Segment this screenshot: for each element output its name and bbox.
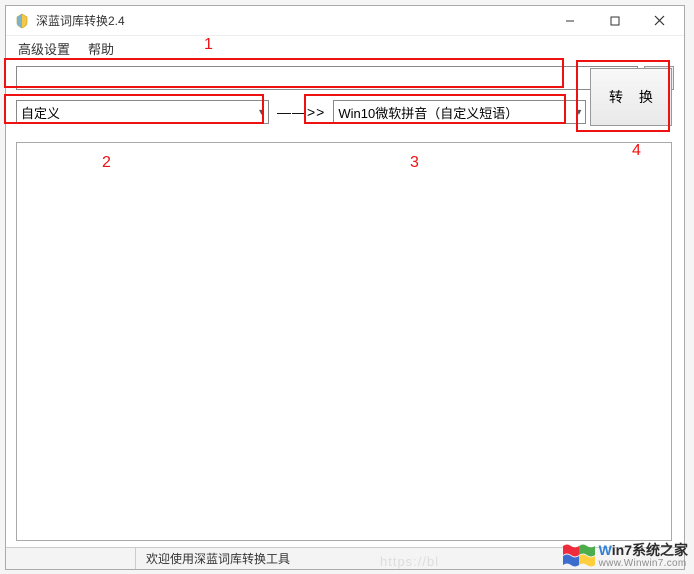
- maximize-button[interactable]: [592, 7, 637, 35]
- format-row: 自定义 ▾ ——>> Win10微软拼音（自定义短语） ▾: [16, 100, 674, 124]
- app-icon: [14, 13, 30, 29]
- status-message: 欢迎使用深蓝词库转换工具: [136, 550, 684, 567]
- app-window: 深蓝词库转换2.4 高级设置 帮助 ... 自定义 ▾: [5, 5, 685, 570]
- menu-advanced[interactable]: 高级设置: [18, 39, 70, 58]
- window-buttons: [547, 7, 682, 35]
- statusbar: 欢迎使用深蓝词库转换工具: [6, 547, 684, 569]
- target-format-value: Win10微软拼音（自定义短语）: [338, 103, 572, 122]
- file-row: ...: [16, 66, 674, 90]
- arrow-label: ——>>: [275, 104, 327, 120]
- output-textarea[interactable]: [16, 142, 672, 541]
- source-format-dropdown[interactable]: 自定义 ▾: [16, 100, 269, 124]
- menu-help[interactable]: 帮助: [88, 39, 114, 58]
- convert-button[interactable]: 转 换: [590, 68, 672, 126]
- minimize-button[interactable]: [547, 7, 592, 35]
- source-format-value: 自定义: [21, 103, 255, 122]
- chevron-down-icon: ▾: [572, 107, 581, 118]
- statusbar-cell: [6, 548, 136, 569]
- content-area: ... 自定义 ▾ ——>> Win10微软拼音（自定义短语） ▾ 转 换 1 …: [6, 60, 684, 547]
- file-path-input[interactable]: [16, 66, 638, 90]
- menubar: 高级设置 帮助: [6, 36, 684, 60]
- close-button[interactable]: [637, 7, 682, 35]
- target-format-dropdown[interactable]: Win10微软拼音（自定义短语） ▾: [333, 100, 586, 124]
- window-title: 深蓝词库转换2.4: [36, 12, 547, 29]
- titlebar: 深蓝词库转换2.4: [6, 6, 684, 36]
- chevron-down-icon: ▾: [255, 107, 264, 118]
